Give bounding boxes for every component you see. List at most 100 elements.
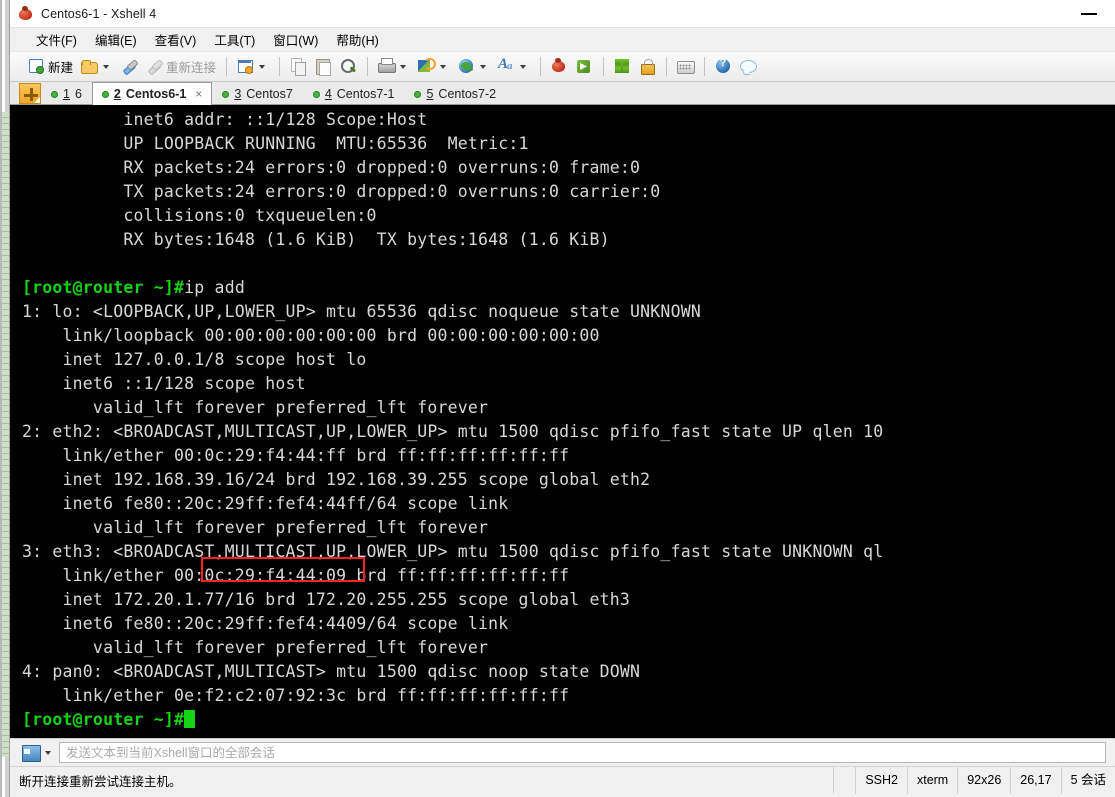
new-tab-button[interactable] [19,83,41,104]
open-session-button[interactable] [77,55,117,79]
tab-number: 1 [63,87,70,101]
find-icon [340,58,357,75]
toolbar-divider [279,57,281,76]
menu-file[interactable]: 文件(F) [27,28,86,51]
chat-button[interactable] [736,55,761,79]
main-window: Centos6-1 - Xshell 4 文件(F) 编辑(E) 查看(V) 工… [9,0,1115,797]
xftp-button[interactable] [572,55,597,79]
connected-status-icon [101,90,109,98]
chevron-down-icon[interactable] [259,64,266,69]
window-title: Centos6-1 - Xshell 4 [41,6,157,21]
menu-window[interactable]: 窗口(W) [264,28,327,51]
chevron-down-icon[interactable] [440,64,447,69]
font-icon [498,56,515,75]
tab-strip: 1 6 2 Centos6-1 × 3 Centos7 4 Centos7-1 [10,82,1115,105]
tab-session-1[interactable]: 1 6 [41,83,92,104]
background-window-sliver [0,0,9,797]
terminal-panel[interactable]: inet6 addr: ::1/128 Scope:Host UP LOOPBA… [10,105,1115,738]
new-session-label: 新建 [48,61,74,75]
tile-windows-icon [614,58,631,75]
toolbar-divider [666,57,668,76]
disconnect-icon [146,58,163,75]
tab-label: Centos7 [246,87,293,101]
terminal-output: inet6 addr: ::1/128 Scope:Host UP LOOPBA… [22,110,884,729]
tab-label: Centos7-2 [438,87,497,101]
tab-session-centos6-1[interactable]: 2 Centos6-1 × [91,82,213,105]
status-spacer [833,766,855,794]
toolbar-divider [603,57,605,76]
web-browser-icon [458,58,475,75]
chevron-down-icon[interactable] [45,750,51,755]
background-window-content [2,112,9,757]
chevron-down-icon[interactable] [480,64,487,69]
copy-button[interactable] [286,55,311,79]
xshell-application-window: Centos6-1 - Xshell 4 文件(F) 编辑(E) 查看(V) 工… [0,0,1115,797]
help-button[interactable] [711,55,736,79]
tab-session-centos7-1[interactable]: 4 Centos7-1 [303,83,405,104]
tab-label: Centos6-1 [125,87,187,101]
menu-bar: 文件(F) 编辑(E) 查看(V) 工具(T) 窗口(W) 帮助(H) [10,28,1115,52]
chevron-down-icon[interactable] [520,64,527,69]
find-button[interactable] [336,55,361,79]
status-session-count: 5 会话 [1060,766,1115,794]
font-button[interactable] [494,55,534,79]
close-icon[interactable]: × [195,87,202,101]
paste-button[interactable] [311,55,336,79]
print-button[interactable] [374,55,414,79]
chevron-down-icon[interactable] [103,64,110,69]
print-icon [378,58,397,75]
reconnect-button[interactable]: 重新连接 [142,55,220,79]
file-transfer-button[interactable] [414,55,454,79]
connected-status-icon [51,90,58,98]
status-terminal-type: xterm [906,766,957,794]
xshell-icon [551,58,568,75]
connect-icon [121,58,138,75]
reconnect-label: 重新连接 [166,61,217,75]
help-icon [715,57,732,75]
tab-session-centos7-2[interactable]: 5 Centos7-2 [404,83,506,104]
tab-number: 3 [234,87,242,101]
menu-edit[interactable]: 编辑(E) [86,28,146,51]
paste-icon [315,58,332,76]
tab-label: 6 [74,87,82,101]
xshell-icon [18,5,34,22]
new-session-icon [28,58,45,75]
toolbar-divider [367,57,369,76]
chat-icon [740,58,758,75]
tab-session-centos7[interactable]: 3 Centos7 [212,83,303,104]
toolbar: 新建 重新连接 [10,52,1115,82]
properties-icon [237,58,254,75]
keyboard-button[interactable] [673,55,698,79]
connected-status-icon [414,90,422,98]
lock-icon [639,58,656,75]
tile-windows-button[interactable] [610,55,635,79]
new-session-button[interactable]: 新建 [24,55,77,79]
menu-tools[interactable]: 工具(T) [205,28,264,51]
status-bar: 断开连接重新尝试连接主机。 SSH2 xterm 92x26 26,17 5 会… [10,766,1115,794]
minimize-button[interactable] [1081,13,1097,15]
connect-button[interactable] [117,55,142,79]
status-cursor-position: 26,17 [1010,766,1060,794]
send-to-all-sessions-bar [10,738,1115,766]
toolbar-divider [540,57,542,76]
status-protocol: SSH2 [855,766,907,794]
file-transfer-icon [418,58,437,75]
web-browser-button[interactable] [454,55,494,79]
send-to-all-sessions-icon[interactable] [19,743,41,763]
tab-number: 5 [426,87,434,101]
copy-icon [290,58,307,76]
chevron-down-icon[interactable] [400,64,407,69]
tab-label: Centos7-1 [336,87,395,101]
lock-button[interactable] [635,55,660,79]
tab-number: 2 [113,87,121,101]
connected-status-icon [312,90,320,98]
toolbar-divider [704,57,706,76]
send-text-input[interactable] [59,742,1106,763]
properties-button[interactable] [233,55,273,79]
menu-help[interactable]: 帮助(H) [327,28,387,51]
status-dimensions: 92x26 [957,766,1010,794]
xshell-button[interactable] [547,55,572,79]
keyboard-icon [677,58,696,75]
menu-view[interactable]: 查看(V) [146,28,206,51]
title-bar: Centos6-1 - Xshell 4 [10,0,1115,28]
